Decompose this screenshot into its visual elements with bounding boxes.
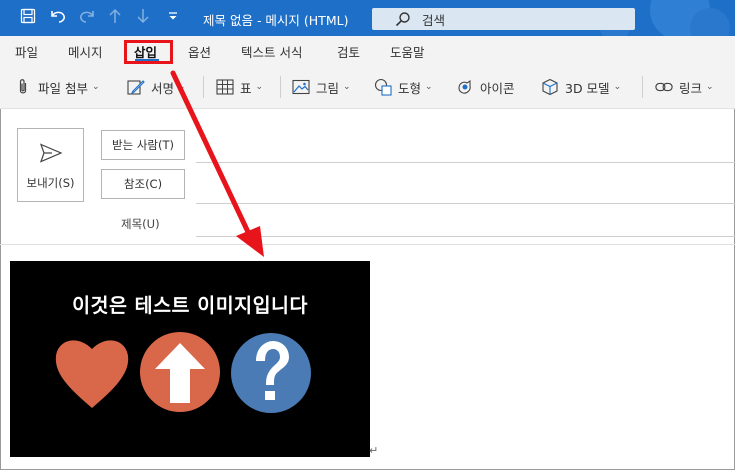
tab-help[interactable]: 도움말 <box>390 42 425 61</box>
chevron-down-icon: ⌄ <box>343 82 351 92</box>
up-icon[interactable] <box>108 8 122 29</box>
3d-models-label: 3D 모델 <box>565 80 610 96</box>
signature-button[interactable]: 서명 ⌄ <box>127 78 186 96</box>
shapes-label: 도형 <box>398 80 422 96</box>
shapes-icon <box>374 78 392 96</box>
window-title: 제목 없음 - 메시지 (HTML) <box>203 13 349 28</box>
title-bar: 제목 없음 - 메시지 (HTML) 검색 <box>0 0 735 36</box>
annotation-highlight-box <box>124 40 173 64</box>
redo-icon[interactable] <box>78 8 96 29</box>
cube-icon <box>541 78 559 96</box>
ribbon-separator <box>203 76 204 98</box>
attach-file-button[interactable]: 파일 첨부 ⌄ <box>14 78 100 96</box>
table-button[interactable]: 표 ⌄ <box>216 78 263 96</box>
icons-icon <box>456 78 474 96</box>
search-box[interactable]: 검색 <box>372 8 635 30</box>
send-button[interactable]: 보내기(S) <box>17 128 84 202</box>
tab-message[interactable]: 메시지 <box>68 42 103 61</box>
question-icon <box>231 333 311 413</box>
attach-file-label: 파일 첨부 <box>38 80 88 96</box>
ribbon-separator <box>280 76 281 98</box>
paperclip-icon <box>14 78 32 96</box>
ribbon-separator <box>642 76 643 98</box>
tab-file[interactable]: 파일 <box>15 42 38 61</box>
shapes-button[interactable]: 도형 ⌄ <box>374 78 433 96</box>
chevron-down-icon: ⌄ <box>706 82 714 92</box>
search-icon <box>394 10 412 28</box>
customize-icon[interactable] <box>167 8 179 29</box>
cc-button[interactable]: 참조(C) <box>101 169 185 199</box>
tab-format-text[interactable]: 텍스트 서식 <box>241 42 302 61</box>
up-arrow-icon <box>140 332 220 412</box>
inserted-image[interactable]: 이것은 테스트 이미지입니다 <box>10 261 370 457</box>
picture-icon <box>292 78 310 96</box>
send-label: 보내기(S) <box>26 176 75 190</box>
menu-bar: 파일 메시지 삽입 옵션 텍스트 서식 검토 도움말 <box>0 36 735 66</box>
table-label: 표 <box>240 80 252 96</box>
link-label: 링크 <box>679 80 703 96</box>
3d-models-button[interactable]: 3D 모델 ⌄ <box>541 78 621 96</box>
chevron-down-icon: ⌄ <box>178 82 186 92</box>
link-icon <box>655 78 673 96</box>
chevron-down-icon: ⌄ <box>613 82 622 92</box>
chevron-down-icon: ⌄ <box>255 82 264 92</box>
link-button[interactable]: 링크 ⌄ <box>655 78 714 96</box>
pictures-button[interactable]: 그림 ⌄ <box>292 78 351 96</box>
subject-field[interactable] <box>196 236 735 237</box>
tab-review[interactable]: 검토 <box>337 42 360 61</box>
signature-icon <box>127 78 145 96</box>
icons-button[interactable]: 아이콘 <box>456 78 515 96</box>
icons-label: 아이콘 <box>480 80 515 96</box>
chevron-down-icon: ⌄ <box>425 82 433 92</box>
signature-label: 서명 <box>151 80 175 96</box>
tab-options[interactable]: 옵션 <box>188 42 211 61</box>
subject-label: 제목(U) <box>121 217 160 231</box>
body-divider <box>0 244 735 245</box>
to-button[interactable]: 받는 사람(T) <box>101 130 185 160</box>
to-field[interactable] <box>196 162 735 163</box>
save-icon[interactable] <box>20 8 36 29</box>
chevron-down-icon: ⌄ <box>91 82 100 92</box>
paragraph-mark: ↵ <box>369 444 379 457</box>
search-placeholder: 검색 <box>422 12 446 28</box>
table-icon <box>216 78 234 96</box>
heart-icon <box>55 340 129 408</box>
send-icon <box>39 143 63 167</box>
cc-field[interactable] <box>196 203 735 204</box>
down-icon[interactable] <box>136 8 150 29</box>
pictures-label: 그림 <box>316 80 340 96</box>
ribbon: 파일 첨부 ⌄ 서명 ⌄ 표 ⌄ 그림 ⌄ 도형 ⌄ 아이콘 3D 모델 ⌄ 링… <box>0 66 735 109</box>
undo-icon[interactable] <box>49 8 67 29</box>
